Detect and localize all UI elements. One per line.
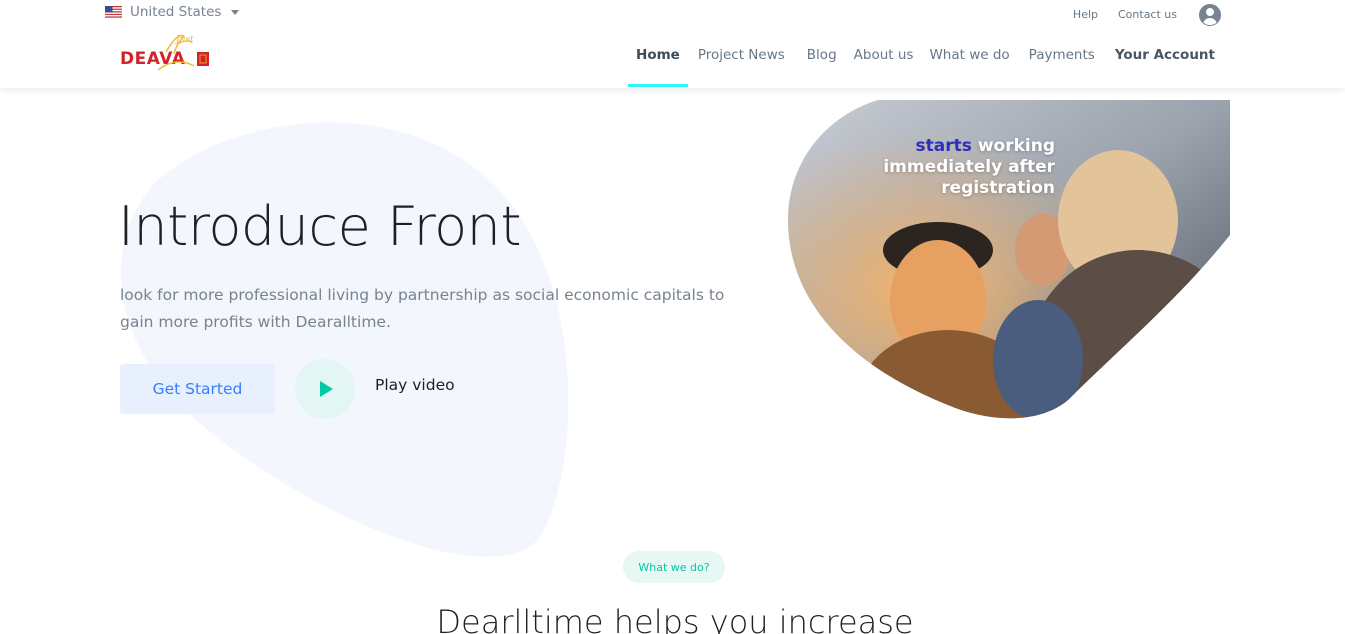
nav-project-news[interactable]: Project News — [690, 38, 793, 72]
nav-payments[interactable]: Payments — [1021, 38, 1103, 72]
nav-what-we-do[interactable]: What we do — [921, 38, 1017, 72]
svg-text:DEAVA: DEAVA — [120, 49, 186, 69]
get-started-button[interactable]: Get Started — [120, 364, 275, 414]
play-video-button[interactable] — [295, 359, 355, 419]
top-utility-links: Help Contact us — [1063, 4, 1221, 26]
photo-caption: starts working immediately after registr… — [795, 136, 1055, 199]
chevron-down-icon — [231, 9, 240, 15]
play-video-label[interactable]: Play video — [375, 376, 455, 394]
site-header: United States Help Contact us Just DEAVA… — [0, 0, 1345, 88]
us-flag-icon — [105, 6, 122, 18]
locale-selector[interactable]: United States — [105, 4, 240, 20]
locale-label: United States — [130, 4, 222, 20]
svg-text:Just: Just — [174, 35, 194, 45]
section-title: Dearlltime helps you increase — [436, 603, 914, 634]
hero-title: Introduce Front — [118, 195, 522, 258]
user-account-icon[interactable] — [1199, 4, 1221, 26]
photo-caption-highlight: starts — [915, 136, 972, 156]
contact-link[interactable]: Contact us — [1108, 4, 1187, 26]
nav-your-account[interactable]: Your Account — [1107, 38, 1223, 72]
play-icon — [320, 381, 333, 397]
hero-description: look for more professional living by par… — [120, 286, 725, 331]
section-badge: What we do? — [623, 551, 725, 583]
main-nav: Home Project News Blog About us What we … — [628, 38, 1223, 87]
nav-blog[interactable]: Blog — [799, 38, 845, 72]
help-link[interactable]: Help — [1063, 4, 1108, 26]
nav-about-us[interactable]: About us — [846, 38, 922, 72]
hero-background-blob — [120, 122, 569, 557]
nav-home[interactable]: Home — [628, 38, 688, 87]
brand-logo[interactable]: Just DEAVA — [118, 30, 212, 74]
